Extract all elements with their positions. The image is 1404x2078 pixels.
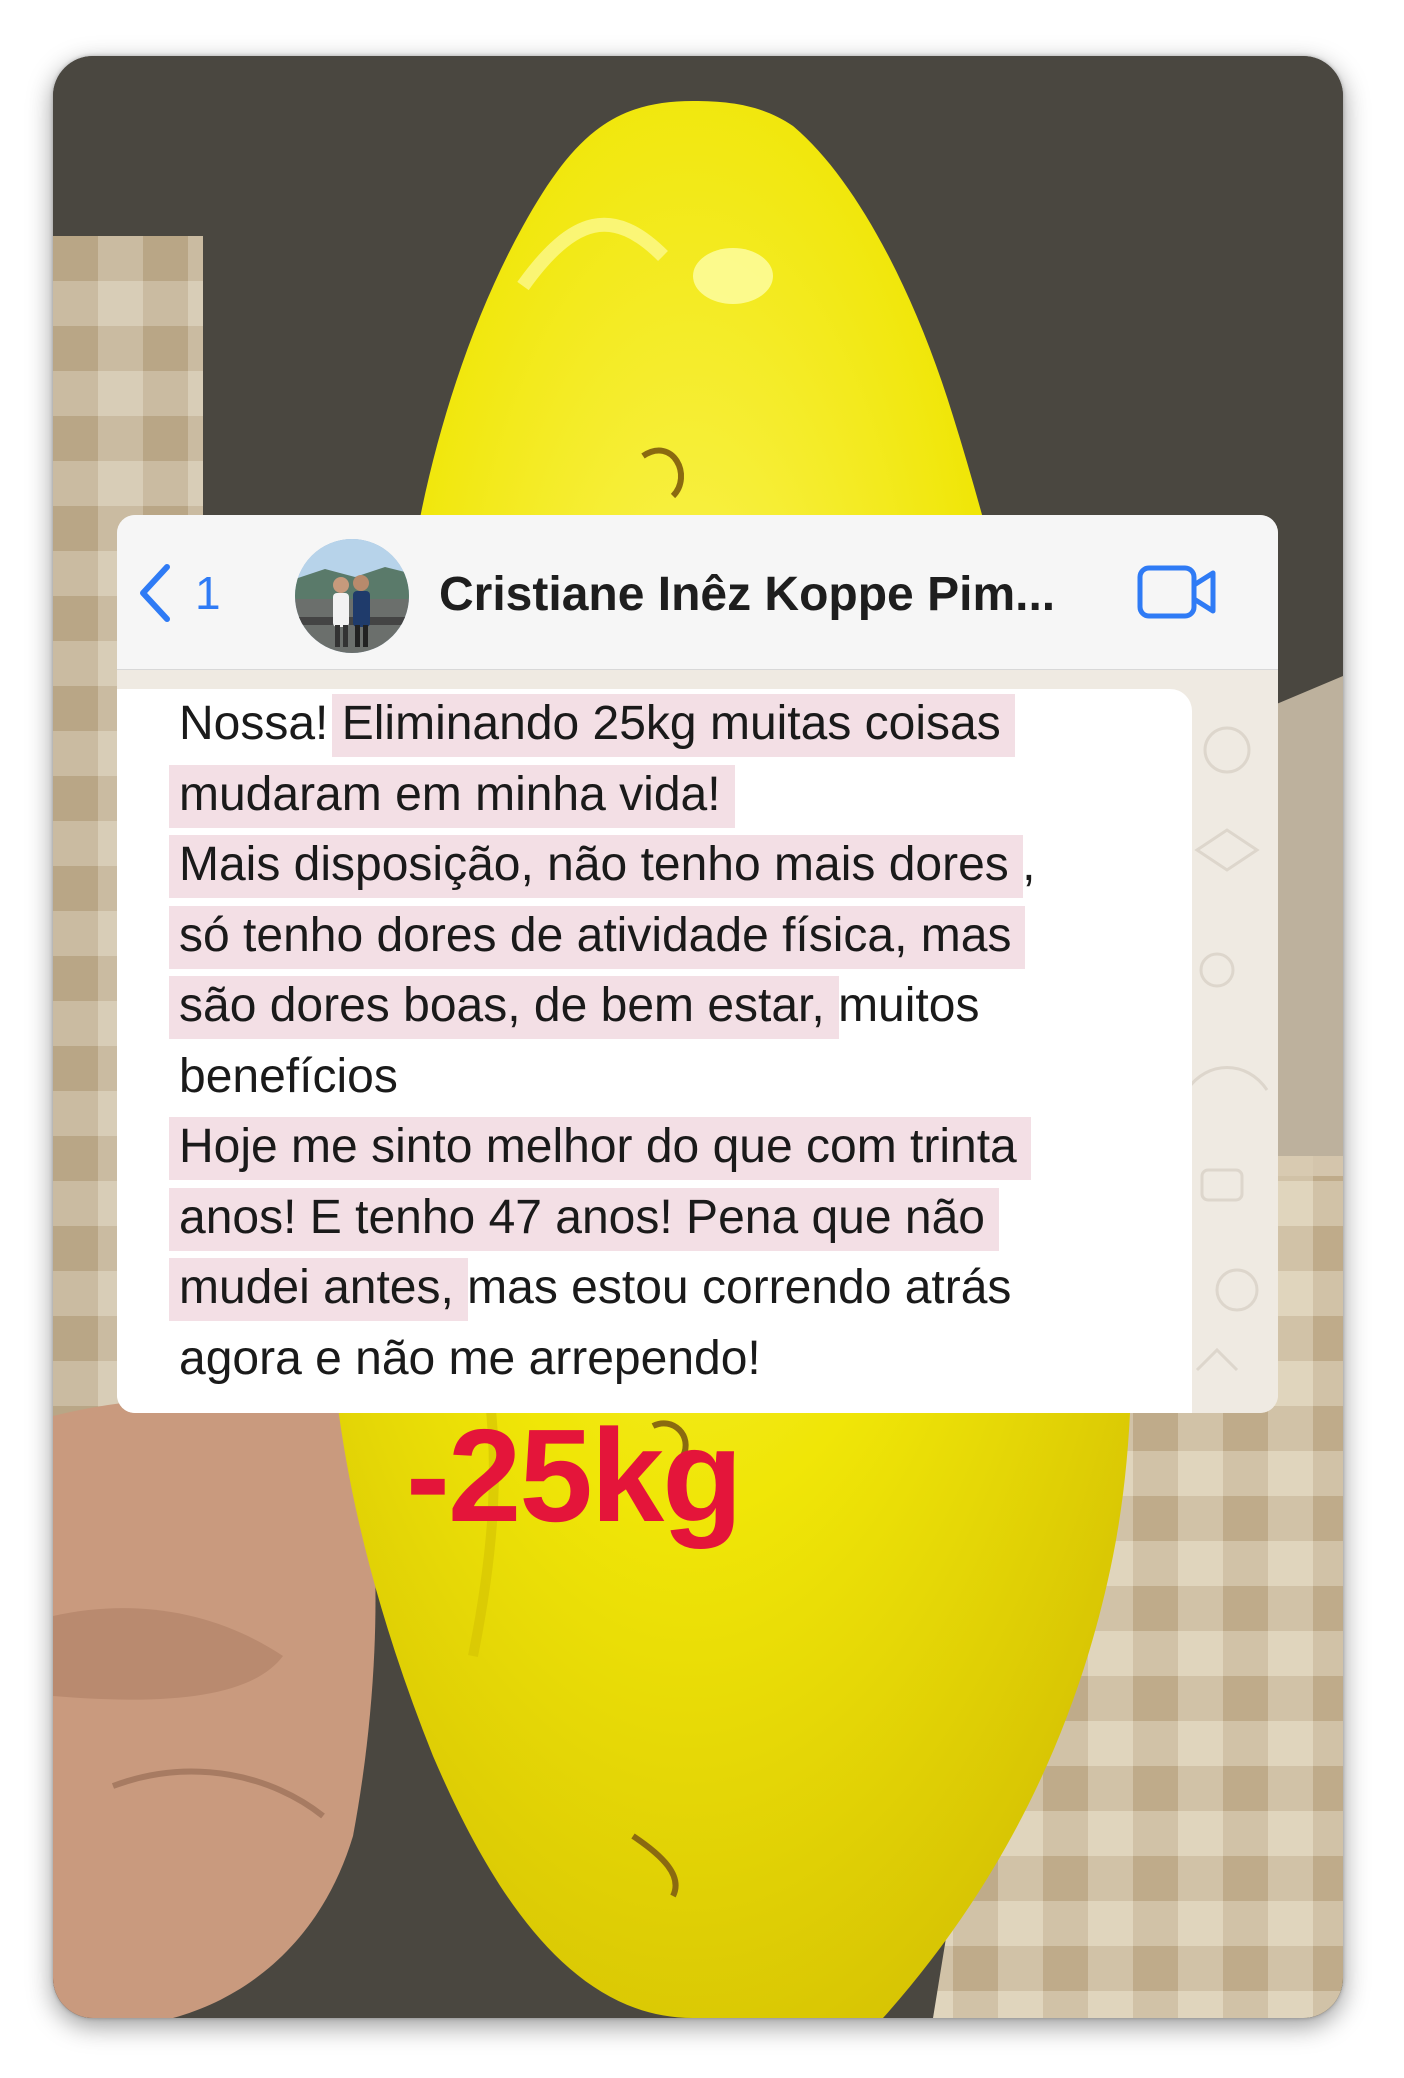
- message-text-segment: Nossa!: [179, 697, 342, 750]
- message-line: anos! E tenho 47 anos! Pena que não: [169, 1183, 1179, 1254]
- highlighted-text: anos! E tenho 47 anos! Pena que não: [169, 1187, 999, 1251]
- highlighted-text: são dores boas, de bem estar,: [169, 976, 839, 1039]
- message-line: Nossa! Eliminando 25kg muitas coisas: [179, 689, 1179, 760]
- highlighted-text: mudaram em minha vida!: [169, 764, 735, 828]
- message-line: são dores boas, de bem estar, muitos: [169, 971, 1179, 1042]
- chevron-left-icon: [140, 564, 170, 622]
- message-line: agora e não me arrependo!: [179, 1324, 1179, 1395]
- unread-count: 1: [195, 567, 221, 619]
- message-text-segment: agora e não me arrependo!: [179, 1331, 761, 1385]
- message-text: Nossa! Eliminando 25kg muitas coisas muda…: [169, 689, 1179, 1395]
- message-text-segment: muitos: [824, 979, 980, 1032]
- video-call-icon[interactable]: [1137, 565, 1217, 619]
- message-bubble: Nossa! Eliminando 25kg muitas coisas muda…: [117, 689, 1192, 1413]
- back-button[interactable]: 1: [137, 563, 221, 623]
- avatar[interactable]: [295, 539, 409, 653]
- highlighted-text: Mais disposição, não tenho mais dores: [169, 835, 1023, 898]
- message-line: mudei antes, mas estou correndo atrás: [169, 1253, 1179, 1324]
- message-text-segment: benefícios: [179, 1049, 398, 1103]
- highlighted-text: mudei antes,: [169, 1258, 468, 1321]
- highlighted-text: Hoje me sinto melhor do que com trinta: [169, 1117, 1031, 1180]
- message-line: Mais disposição, não tenho mais dores ,: [169, 830, 1179, 901]
- chat-screenshot: 1 Cristiane Inêz Koppe Pim... Nossa! Eli…: [117, 515, 1278, 1413]
- chat-header: 1 Cristiane Inêz Koppe Pim...: [117, 515, 1278, 670]
- highlighted-text: só tenho dores de atividade física, mas: [169, 905, 1026, 969]
- message-line: mudaram em minha vida!: [169, 760, 1179, 831]
- message-line: só tenho dores de atividade física, mas: [169, 901, 1179, 972]
- message-line: Hoje me sinto melhor do que com trinta: [169, 1112, 1179, 1183]
- highlighted-text: Eliminando 25kg muitas coisas: [331, 694, 1015, 757]
- avatar-photo: [295, 539, 409, 653]
- weight-loss-label: -25kg: [406, 1402, 743, 1549]
- message-text-segment: mas estou correndo atrás: [453, 1261, 1012, 1314]
- contact-name[interactable]: Cristiane Inêz Koppe Pim...: [439, 567, 1055, 622]
- message-text-segment: ,: [1008, 838, 1036, 891]
- message-line: benefícios: [179, 1042, 1179, 1113]
